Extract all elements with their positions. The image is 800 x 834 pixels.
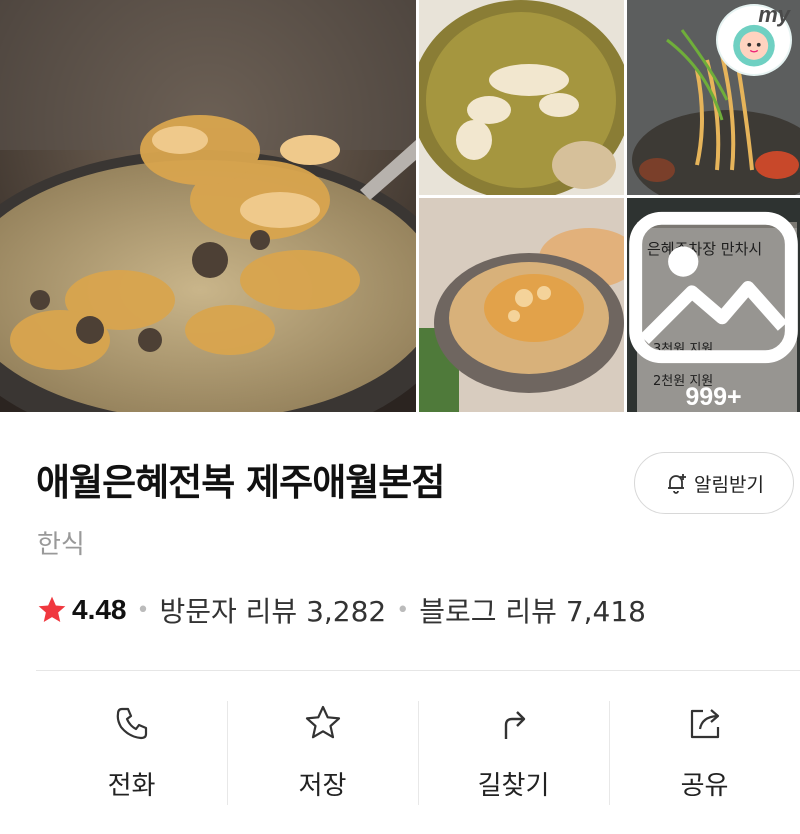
more-photos-count: 999+ bbox=[685, 383, 742, 411]
directions-button[interactable]: 길찾기 bbox=[418, 697, 609, 807]
separator-dot: • bbox=[396, 597, 410, 623]
save-label: 저장 bbox=[298, 771, 347, 801]
abalone-shell-photo[interactable] bbox=[419, 198, 624, 412]
place-title: 애월은혜전복 제주애월본점 bbox=[36, 461, 445, 504]
rating-row: 4.48 • 방문자 리뷰 3,282 • 블로그 리뷰 7,418 bbox=[36, 590, 646, 630]
action-bar: 전화 저장 길찾기 공유 bbox=[36, 697, 800, 807]
my-profile-badge[interactable]: my bbox=[716, 2, 792, 76]
noodle-photo[interactable]: my bbox=[627, 0, 800, 195]
share-icon bbox=[690, 709, 719, 739]
image-icon bbox=[629, 211, 798, 364]
rating-score: 4.48 bbox=[72, 594, 127, 625]
main-photo[interactable] bbox=[0, 0, 416, 412]
blog-reviews-link[interactable]: 블로그 리뷰 7,418 bbox=[419, 590, 646, 630]
photo-gallery[interactable]: my 은혜주차장 만차시 3천원 지원 2천원 지원 999+ bbox=[0, 0, 800, 412]
section-divider bbox=[36, 670, 800, 671]
call-label: 전화 bbox=[107, 771, 156, 801]
share-button[interactable]: 공유 bbox=[609, 697, 800, 807]
bell-plus-icon bbox=[668, 474, 687, 494]
visitor-reviews-link[interactable]: 방문자 리뷰 3,282 bbox=[159, 590, 386, 630]
star-filled-icon bbox=[38, 596, 66, 622]
share-label: 공유 bbox=[680, 771, 729, 801]
separator-dot: • bbox=[136, 597, 150, 623]
save-button[interactable]: 저장 bbox=[227, 697, 418, 807]
porridge-photo[interactable] bbox=[419, 0, 624, 195]
more-photos-tile[interactable]: 은혜주차장 만차시 3천원 지원 2천원 지원 999+ bbox=[627, 198, 800, 412]
place-category: 한식 bbox=[37, 530, 85, 560]
alarm-button-label: 알림받기 bbox=[694, 474, 764, 496]
more-photos-overlay[interactable]: 999+ bbox=[627, 198, 800, 412]
phone-icon bbox=[116, 707, 147, 740]
directions-label: 길찾기 bbox=[477, 771, 550, 801]
call-button[interactable]: 전화 bbox=[36, 697, 227, 807]
subscribe-alarm-button[interactable]: 알림받기 bbox=[634, 452, 794, 514]
star-outline-icon bbox=[305, 705, 340, 739]
direction-arrow-icon bbox=[504, 711, 525, 739]
my-badge-text: my bbox=[758, 2, 790, 27]
